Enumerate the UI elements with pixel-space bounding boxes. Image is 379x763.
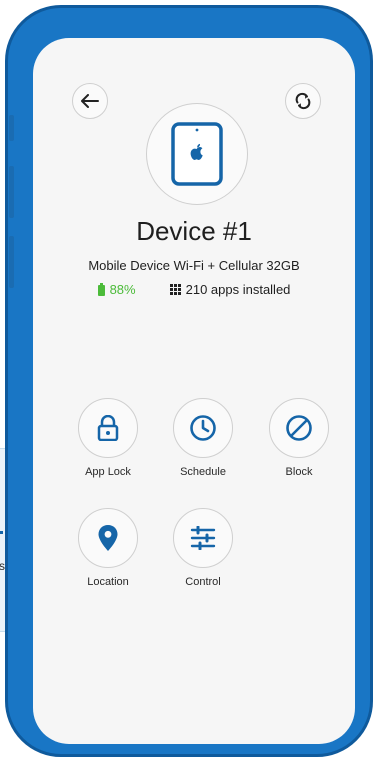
location-label: Location (87, 576, 129, 588)
clock-icon (190, 415, 216, 441)
control-button[interactable]: Control (163, 508, 243, 588)
control-ring[interactable] (173, 508, 233, 568)
battery-status: 88% (97, 282, 136, 297)
device-avatar (146, 103, 248, 205)
block-button[interactable]: Block (259, 398, 339, 478)
location-button[interactable]: Location (68, 508, 148, 588)
schedule-button[interactable]: Schedule (163, 398, 243, 478)
apps-grid-icon (169, 284, 181, 295)
sliders-icon (190, 526, 216, 550)
battery-icon (97, 283, 105, 296)
app-lock-label: App Lock (85, 466, 131, 478)
tablet-icon (171, 122, 223, 186)
battery-level: 88% (109, 282, 136, 297)
location-pin-icon (98, 525, 118, 551)
back-button[interactable] (72, 83, 108, 119)
phone-side-button (9, 166, 14, 218)
schedule-label: Schedule (180, 466, 226, 478)
app-lock-button[interactable]: App Lock (68, 398, 148, 478)
refresh-icon (295, 92, 311, 110)
phone-side-button (9, 115, 14, 141)
lock-icon (97, 415, 119, 441)
device-detail-screen: Device #1 Mobile Device Wi-Fi + Cellular… (33, 38, 355, 744)
phone-side-button (9, 236, 14, 288)
arrow-left-icon (81, 94, 99, 108)
phone-frame: Device #1 Mobile Device Wi-Fi + Cellular… (5, 5, 373, 757)
device-name: Device #1 (136, 216, 252, 246)
device-model: Mobile Device Wi-Fi + Cellular 32GB (88, 258, 300, 273)
refresh-button[interactable] (285, 83, 321, 119)
apps-status: 210 apps installed (169, 282, 291, 297)
location-ring[interactable] (78, 508, 138, 568)
block-label: Block (285, 466, 313, 478)
schedule-ring[interactable] (173, 398, 233, 458)
app-lock-ring[interactable] (78, 398, 138, 458)
control-label: Control (185, 576, 221, 588)
block-ring[interactable] (269, 398, 329, 458)
apps-installed-count: 210 apps installed (185, 282, 291, 297)
device-stats: 88% 210 apps installed (33, 282, 355, 297)
block-icon (286, 415, 312, 441)
